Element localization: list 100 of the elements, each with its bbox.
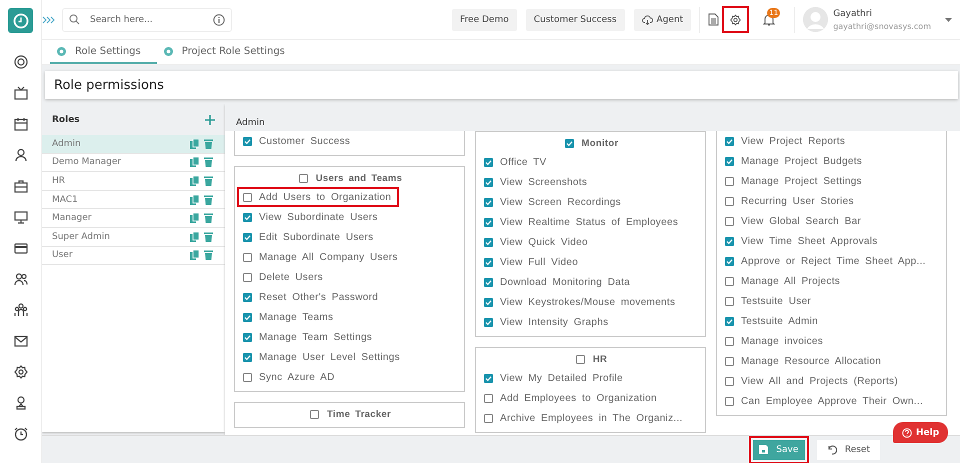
checkbox[interactable] [484, 218, 493, 226]
trash-icon[interactable] [204, 176, 213, 186]
checkbox[interactable] [484, 318, 493, 326]
target-icon[interactable] [14, 55, 28, 69]
checkbox[interactable] [725, 256, 734, 266]
search-field[interactable]: Search here... [62, 8, 232, 32]
calendar-icon[interactable] [14, 117, 28, 131]
expand-icon[interactable] [42, 16, 56, 24]
checkbox[interactable] [725, 216, 734, 226]
header-button[interactable]: Agent [634, 8, 692, 30]
trash-icon[interactable] [204, 157, 213, 168]
person-icon[interactable] [14, 148, 28, 162]
checkbox[interactable] [484, 374, 493, 382]
header-button[interactable]: Customer Success [526, 8, 625, 30]
permission-label: Sync Azure AD [259, 372, 335, 382]
checkbox[interactable] [725, 156, 734, 166]
copy-icon[interactable] [190, 250, 199, 260]
checkbox[interactable] [243, 332, 252, 342]
save-button[interactable]: Save [752, 440, 805, 460]
plus-icon[interactable] [205, 114, 215, 124]
checkbox[interactable] [725, 196, 734, 206]
permission-label: View Screenshots [500, 176, 588, 188]
checkbox[interactable] [725, 276, 734, 286]
checkbox[interactable] [576, 354, 585, 364]
checkbox[interactable] [725, 336, 734, 346]
tv-icon[interactable] [14, 86, 28, 100]
checkbox[interactable] [243, 212, 252, 222]
checkbox[interactable] [725, 396, 734, 406]
checkbox[interactable] [484, 298, 493, 306]
checkbox[interactable] [484, 178, 493, 186]
trash-icon[interactable] [204, 138, 213, 149]
checkbox[interactable] [243, 192, 252, 202]
permission-label: View Global Search Bar [741, 216, 862, 226]
person-badge-icon[interactable] [14, 396, 28, 410]
checkbox[interactable] [243, 372, 252, 382]
permission-label: Manage Team Settings [259, 332, 372, 342]
permission-label: Manage All Company Users [259, 252, 398, 262]
checkbox[interactable] [484, 278, 493, 286]
monitor-icon[interactable] [14, 210, 28, 224]
checkbox[interactable] [725, 376, 734, 386]
permission-label: View Full Video [500, 256, 578, 268]
trash-icon[interactable] [204, 213, 213, 224]
trash-icon[interactable] [204, 232, 213, 242]
checkbox[interactable] [484, 238, 493, 246]
trash-icon[interactable] [204, 250, 213, 260]
checkbox[interactable] [243, 136, 252, 146]
copy-icon[interactable] [190, 232, 199, 242]
checkbox[interactable] [725, 356, 734, 366]
role-item[interactable]: HR [42, 172, 225, 191]
users-icon[interactable] [14, 272, 28, 286]
checkbox[interactable] [725, 236, 734, 246]
checkbox[interactable] [310, 410, 319, 418]
reset-button[interactable]: Reset [816, 440, 880, 460]
role-item[interactable]: Super Admin [42, 228, 225, 247]
checkbox[interactable] [243, 352, 252, 362]
checkbox[interactable] [725, 136, 734, 146]
checkbox[interactable] [243, 312, 252, 322]
checkbox[interactable] [484, 158, 493, 166]
briefcase-icon[interactable] [14, 179, 28, 193]
checkbox[interactable] [725, 176, 734, 186]
trash-icon[interactable] [204, 194, 213, 205]
mail-icon[interactable] [14, 334, 28, 348]
role-item[interactable]: Manager [42, 209, 225, 228]
permission-label: Approve or Reject Time Sheet App... [741, 256, 926, 266]
caret-icon[interactable] [945, 18, 952, 22]
checkbox[interactable] [484, 198, 493, 206]
copy-icon[interactable] [190, 138, 199, 149]
checkbox[interactable] [484, 394, 493, 402]
logo[interactable] [8, 8, 33, 33]
copy-icon[interactable] [190, 213, 199, 224]
checkbox[interactable] [298, 174, 308, 182]
team-icon[interactable] [14, 303, 28, 317]
checkbox[interactable] [243, 232, 252, 242]
alarm-icon[interactable] [14, 427, 28, 441]
bell-icon[interactable] [763, 13, 776, 26]
role-item[interactable]: Admin [42, 135, 225, 154]
settings-icon[interactable] [14, 365, 28, 379]
copy-icon[interactable] [190, 176, 199, 186]
copy-icon[interactable] [190, 194, 199, 205]
document-icon[interactable] [708, 13, 720, 26]
help-icon [902, 428, 912, 438]
panel-title: Roles [52, 114, 80, 124]
card-icon[interactable] [14, 241, 28, 255]
role-item[interactable]: Demo Manager [42, 154, 225, 172]
role-item[interactable]: User [42, 246, 225, 266]
header-button[interactable]: Free Demo [452, 8, 517, 30]
copy-icon[interactable] [190, 157, 199, 168]
checkbox[interactable] [725, 296, 734, 306]
permission-label: Add Users to Organization [259, 192, 392, 202]
checkbox[interactable] [243, 272, 252, 282]
settings-button[interactable] [722, 6, 750, 33]
checkbox[interactable] [484, 258, 493, 266]
checkbox[interactable] [564, 138, 574, 148]
checkbox[interactable] [243, 292, 252, 302]
help-button[interactable]: Help [893, 422, 948, 443]
checkbox[interactable] [484, 414, 493, 422]
tab[interactable]: Project Role Settings [156, 40, 301, 64]
checkbox[interactable] [725, 316, 734, 326]
role-item[interactable]: MAC1 [42, 190, 225, 210]
checkbox[interactable] [243, 252, 252, 262]
